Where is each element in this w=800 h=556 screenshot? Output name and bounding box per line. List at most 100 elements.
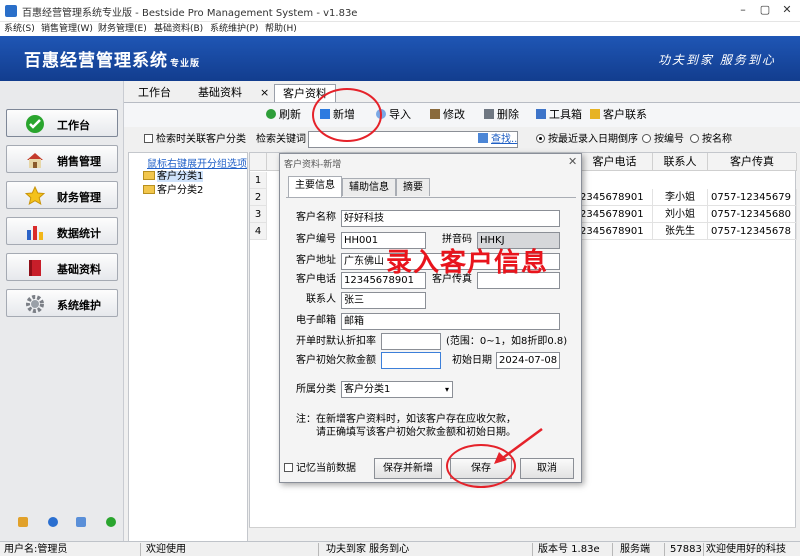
initial-debt-label: 客户初始欠款金额 [296,355,376,366]
minimize-icon[interactable]: – [736,2,750,18]
nav-label: 数据统计 [57,227,101,240]
menu-maintenance[interactable]: 系统维护(P) [210,22,258,36]
grid-cell[interactable]: 刘小姐 [653,206,708,223]
email-label: 电子邮箱 [296,315,336,326]
keyword-label: 检索关键词 [256,134,306,145]
nav-basic-data[interactable]: 基础资料 [6,253,118,281]
menu-sales[interactable]: 销售管理(W) [41,22,93,36]
customer-contact-button[interactable]: 客户联系 [590,107,647,123]
edit-button[interactable]: 修改 [430,107,465,123]
nav-label: 销售管理 [57,155,101,168]
grid-header[interactable]: 联系人 [653,153,708,171]
row-number: 4 [250,223,267,240]
nav-label: 工作台 [57,119,90,132]
status-welcome: 欢迎使用 [146,544,186,555]
nav-finance[interactable]: 财务管理 [6,181,118,209]
menu-finance[interactable]: 财务管理(E) [98,22,147,36]
category-tree: 鼠标右键展开分组选项 客户分类1 客户分类2 [128,152,248,542]
dialog-close-icon[interactable]: ✕ [568,155,577,168]
save-and-new-button[interactable]: 保存并新增 [374,458,442,479]
nav-statistics[interactable]: 数据统计 [6,217,118,245]
power-icon[interactable] [106,517,116,527]
menu-bar: 系统(S) 销售管理(W) 财务管理(E) 基础资料(B) 系统维护(P) 帮助… [0,22,800,36]
initial-date-input[interactable]: 2024-07-08 [496,352,560,369]
window-title: 百惠经营管理系统专业版 - Bestside Pro Management Sy… [22,8,358,19]
house-icon [27,153,43,168]
grid-cell[interactable]: 2345678901 [577,223,653,240]
nav-sales[interactable]: 销售管理 [6,145,118,173]
close-icon[interactable]: ✕ [780,2,794,18]
tab-aux-info[interactable]: 辅助信息 [342,178,396,196]
discount-hint: (范围：0~1，如8折即0.8) [446,336,568,347]
grid-cell[interactable]: 0757-12345680 [708,206,797,223]
info-icon[interactable] [48,517,58,527]
category-select[interactable]: 客户分类1 ▾ [341,381,453,398]
find-button[interactable]: 查找.. [478,132,517,148]
remember-checkbox[interactable]: 记忆当前数据 [284,461,356,477]
lock-icon[interactable] [18,517,28,527]
menu-basic-data[interactable]: 基础资料(B) [154,22,203,36]
contact-label: 联系人 [306,294,336,305]
grid-header[interactable]: 客户电话 [577,153,653,171]
folder-icon [143,185,155,194]
dialog-title: 客户资料-新增 [284,160,342,170]
arrow-icon [494,427,543,464]
horizontal-scrollbar[interactable] [249,527,796,541]
tab-bar: 工作台 基础资料 × 客户资料 [124,81,800,103]
app-banner: 百惠经营管理系统 专业版 功夫到家 服务到心 [0,36,800,81]
grid-cell[interactable]: 0757-12345678 [708,223,797,240]
grid-cell[interactable]: 李小姐 [653,189,708,206]
tree-node[interactable]: 客户分类2 [143,183,203,199]
edit-icon [430,109,440,119]
row-number: 3 [250,206,267,223]
refresh-icon [266,109,276,119]
email-input[interactable]: 邮箱 [341,313,560,330]
grid-cell[interactable]: 2345678901 [577,189,653,206]
tab-workbench[interactable]: 工作台 [130,84,179,102]
monitor-icon[interactable] [76,517,86,527]
grid-cell[interactable]: 2345678901 [577,206,653,223]
tab-basic-data[interactable]: 基础资料 [190,84,250,102]
category-label: 所属分类 [296,384,336,395]
highlight-circle-add [312,88,382,142]
delete-button[interactable]: 删除 [484,107,519,123]
grid-cell[interactable]: 张先生 [653,223,708,240]
search-bar: 检索时关联客户分类 检索关键词 查找.. 按最近录入日期倒序 按编号 按名称 [124,128,800,152]
window-title-bar: 百惠经营管理系统专业版 - Bestside Pro Management Sy… [0,0,800,22]
sort-recent-radio[interactable]: 按最近录入日期倒序 [536,132,638,148]
contact-icon [590,109,600,119]
annotation-text: 录入客户信息 [386,248,549,278]
sort-code-radio[interactable]: 按编号 [642,132,684,148]
menu-system[interactable]: 系统(S) [4,22,35,36]
grid-header[interactable]: 客户传真 [708,153,797,171]
row-number: 2 [250,189,267,206]
contact-input[interactable]: 张三 [341,292,426,309]
initial-debt-input[interactable] [381,352,441,369]
menu-help[interactable]: 帮助(H) [265,22,297,36]
tree-hint: 鼠标右键展开分组选项 [147,159,247,170]
grid-corner [250,153,267,171]
customer-name-input[interactable]: 好好科技 [341,210,560,227]
status-slogan: 功夫到家 服务到心 [326,544,410,555]
gear-icon [26,295,44,313]
tab-summary[interactable]: 摘要 [396,178,430,196]
nav-workbench[interactable]: 工作台 [6,109,118,137]
tab-main-info[interactable]: 主要信息 [288,176,342,197]
brand-title: 百惠经营管理系统 专业版 [24,51,201,71]
discount-input[interactable] [381,333,441,350]
grid-cell[interactable]: 0757-12345679 [708,189,797,206]
maximize-icon[interactable]: ▢ [758,2,772,18]
refresh-button[interactable]: 刷新 [266,107,301,123]
link-category-checkbox[interactable]: 检索时关联客户分类 [144,132,246,148]
star-icon [25,186,45,206]
nav-maintenance[interactable]: 系统维护 [6,289,118,317]
app-icon [5,5,17,17]
bar-chart-icon [27,226,43,240]
toolbox-button[interactable]: 工具箱 [536,107,582,123]
status-version: 版本号 1.83e [538,544,600,555]
chevron-down-icon: ▾ [444,385,449,394]
tab-close-icon[interactable]: × [256,84,273,102]
trash-icon [484,109,494,119]
sort-name-radio[interactable]: 按名称 [690,132,732,148]
discount-label: 开单时默认折扣率 [296,336,376,347]
